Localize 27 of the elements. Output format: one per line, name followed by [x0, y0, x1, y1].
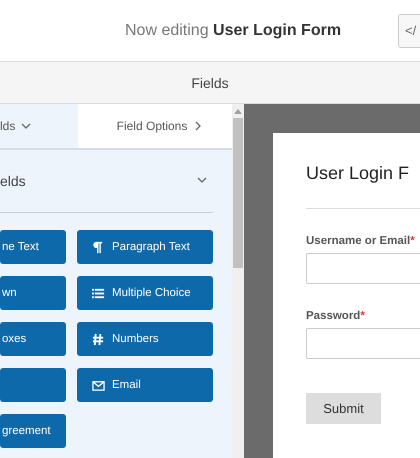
chevron-down-icon	[21, 121, 32, 131]
envelope-icon	[92, 378, 105, 392]
scrollbar[interactable]	[232, 104, 244, 458]
hash-icon	[92, 332, 105, 346]
code-button[interactable]: </	[398, 14, 420, 48]
chevron-right-icon	[193, 121, 204, 131]
field-button[interactable]: Email	[77, 368, 213, 402]
page-title: Now editing User Login Form	[125, 22, 342, 40]
field-button[interactable]: Multiple Choice	[77, 276, 213, 310]
field-button[interactable]: ne Text	[0, 230, 66, 264]
chevron-down-icon	[197, 175, 207, 185]
section-title: elds	[0, 173, 26, 189]
form-title: User Login F	[306, 163, 420, 209]
field-button[interactable]: Numbers	[77, 322, 213, 356]
list-icon	[92, 286, 105, 300]
scroll-up-icon[interactable]	[234, 108, 242, 114]
field-label: Username or Email*	[306, 235, 416, 247]
panel-tab[interactable]: Field Options	[78, 104, 232, 148]
field-button[interactable]: oxes	[0, 322, 66, 356]
submit-button[interactable]: Submit	[306, 393, 381, 424]
paragraph-icon	[92, 240, 105, 254]
field-button[interactable]: wn	[0, 276, 66, 310]
field-label: Password*	[306, 310, 366, 322]
field-button[interactable]	[0, 368, 66, 402]
field-button[interactable]: Paragraph Text	[77, 230, 213, 264]
nav-title: Fields	[191, 74, 229, 90]
field-button[interactable]: greement	[0, 414, 66, 448]
